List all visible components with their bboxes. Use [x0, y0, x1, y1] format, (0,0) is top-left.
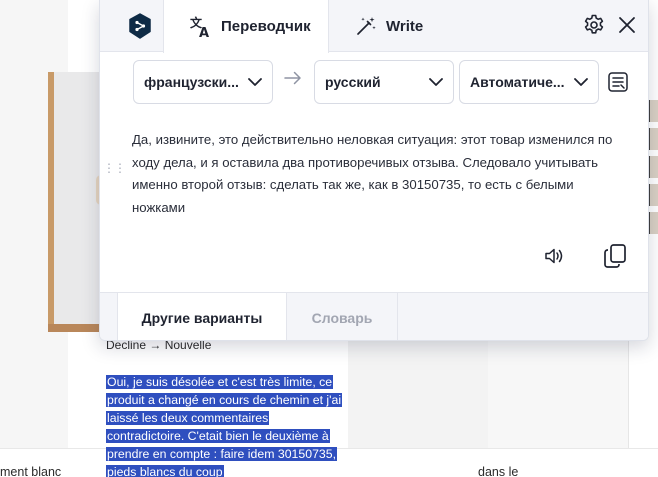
- speaker-icon[interactable]: [543, 245, 565, 267]
- target-language-label: русский: [325, 74, 381, 90]
- deepl-logo-icon: [129, 13, 151, 39]
- chevron-down-icon: [574, 77, 588, 86]
- selected-source-text[interactable]: Oui, je suis désolée et c'est très limit…: [106, 373, 346, 477]
- tab-dictionary[interactable]: Словарь: [287, 293, 398, 340]
- target-language-select[interactable]: русский: [314, 60, 454, 104]
- thumbnail[interactable]: [648, 212, 658, 234]
- translator-popup: ⋮⋮ 文 A Переводчик Write французски... ру…: [99, 0, 649, 341]
- tab-translator[interactable]: 文 A Переводчик: [163, 0, 329, 53]
- source-language-label: французски...: [144, 74, 239, 90]
- background-thumbnails: [648, 100, 658, 280]
- translation-result-area: Да, извините, это действительно неловкая…: [100, 114, 648, 292]
- gear-icon[interactable]: [582, 13, 606, 37]
- tab-translator-label: Переводчик: [221, 18, 311, 35]
- thumbnail[interactable]: [648, 100, 658, 122]
- background-bottom-right-text: dans le: [478, 465, 519, 477]
- thumbnail[interactable]: [648, 184, 658, 206]
- glossary-icon[interactable]: [607, 71, 629, 93]
- formality-mode-label: Автоматиче...: [470, 74, 565, 90]
- thumbnail[interactable]: [648, 128, 658, 150]
- chevron-down-icon: [429, 77, 443, 86]
- source-language-select[interactable]: французски...: [133, 60, 273, 104]
- copy-icon[interactable]: [603, 243, 627, 269]
- background-bottom-left-text: ment blanc: [0, 465, 62, 477]
- tab-other-variants[interactable]: Другие варианты: [117, 293, 287, 340]
- selected-text-highlight: Oui, je suis désolée et c'est très limit…: [106, 375, 343, 477]
- formality-mode-select[interactable]: Автоматиче...: [459, 60, 599, 104]
- popup-footer: Другие варианты Словарь: [100, 292, 648, 340]
- chevron-down-icon: [248, 77, 262, 86]
- magic-wand-icon: [357, 17, 376, 35]
- svg-text:A: A: [199, 26, 209, 38]
- translation-text[interactable]: Да, извините, это действительно неловкая…: [132, 129, 627, 219]
- thumbnail[interactable]: [648, 156, 658, 178]
- popup-tab-bar: 文 A Переводчик Write: [100, 0, 648, 53]
- tab-write[interactable]: Write: [329, 0, 489, 52]
- close-icon[interactable]: [616, 14, 638, 36]
- language-row: французски... русский Автоматиче...: [100, 52, 648, 114]
- tab-write-label: Write: [386, 17, 424, 35]
- arrow-right-icon: [284, 71, 301, 85]
- translate-icon: 文 A: [190, 16, 209, 38]
